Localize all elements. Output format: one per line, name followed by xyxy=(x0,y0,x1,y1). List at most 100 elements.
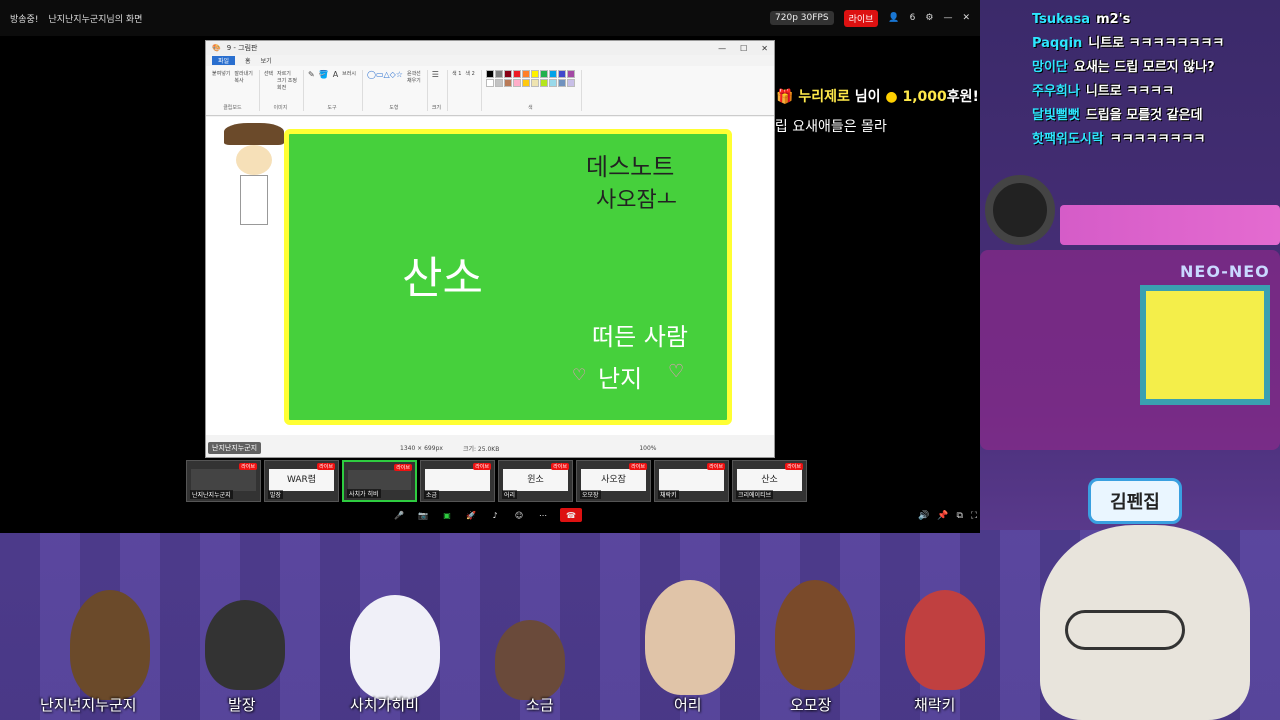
chat-username[interactable]: 핫팩위도시락 xyxy=(1032,132,1104,147)
chat-username[interactable]: 주우희나 xyxy=(1032,84,1080,99)
rotate-button[interactable]: 회전 xyxy=(277,84,297,91)
participant-thumbnail[interactable]: 라이브 소금 xyxy=(420,460,495,502)
palette-swatch[interactable] xyxy=(548,70,557,78)
palette-swatch[interactable] xyxy=(485,79,494,87)
brush-button[interactable]: 브러시 xyxy=(342,70,356,79)
screen-share-icon[interactable]: ▣ xyxy=(440,508,454,522)
palette-swatch[interactable] xyxy=(548,79,557,87)
minimize-icon[interactable]: — xyxy=(943,13,952,23)
paint-titlebar: 🎨 9 - 그림판 — ☐ ✕ xyxy=(206,41,774,55)
donor-suffix: 님이 xyxy=(854,89,881,105)
thumbnail-live-badge: 라이브 xyxy=(629,463,647,470)
thumbnail-name: 사치가 히비 xyxy=(347,489,381,498)
participant-thumbnail[interactable]: 라이브 채락키 xyxy=(654,460,729,502)
thumbnail-preview: 사오잠 xyxy=(581,469,646,491)
chat-username[interactable]: Tsukasa xyxy=(1032,12,1090,27)
thumbnail-preview: WAR렴 xyxy=(269,469,334,491)
color2-button[interactable]: 색 2 xyxy=(465,70,474,111)
settings-icon[interactable]: ⚙ xyxy=(925,13,933,23)
chat-username[interactable]: 망이단 xyxy=(1032,60,1068,75)
emoji-icon[interactable]: ☺ xyxy=(512,508,526,522)
coin-icon: ● xyxy=(885,89,898,105)
soundboard-icon[interactable]: ♪ xyxy=(488,508,502,522)
participant-thumbnail[interactable]: 라이브 사치가 히비 xyxy=(342,460,417,502)
more-icon[interactable]: ⋯ xyxy=(536,508,550,522)
fill-button[interactable]: 채우기 xyxy=(407,77,421,84)
palette-swatch[interactable] xyxy=(512,70,521,78)
palette-swatch[interactable] xyxy=(539,70,548,78)
cut-button[interactable]: 잘라내기 xyxy=(234,70,252,77)
size-group: ☰ 크기 xyxy=(432,70,448,111)
pin-icon[interactable]: 📌 xyxy=(937,511,948,521)
palette-swatch[interactable] xyxy=(521,79,530,87)
palette-swatch[interactable] xyxy=(503,70,512,78)
palette-swatch[interactable] xyxy=(539,79,548,87)
pencil-icon[interactable]: ✎ xyxy=(308,70,315,79)
donation-message: 드립 요새애들은 몰라 xyxy=(762,119,887,135)
fill-icon[interactable]: 🪣 xyxy=(319,70,329,79)
shapes-group: ◯▭△◇☆ 윤곽선 채우기 도형 xyxy=(367,70,428,111)
palette-swatch[interactable] xyxy=(494,79,503,87)
thumbnail-name: 어리 xyxy=(502,490,518,499)
paint-app-icon: 🎨 xyxy=(212,44,221,52)
participant-thumbnail[interactable]: 라이브 난지난지누군지 xyxy=(186,460,261,502)
avatar-6 xyxy=(775,580,855,690)
select-button[interactable]: 선택 xyxy=(264,70,273,91)
size-icon[interactable]: ☰ xyxy=(432,70,441,79)
participant-thumbnail[interactable]: 산소 라이브 크리에이티브 xyxy=(732,460,807,502)
palette-swatch[interactable] xyxy=(512,79,521,87)
palette-swatch[interactable] xyxy=(566,79,575,87)
volume-icon[interactable]: 🔊 xyxy=(918,511,929,521)
top-bar: 방송중! 난지난지누군지님의 화면 720p 30FPS 라이브 👤 6 ⚙ —… xyxy=(0,0,980,36)
mic-icon[interactable]: 🎤 xyxy=(392,508,406,522)
close-icon[interactable]: ✕ xyxy=(962,13,970,23)
text-icon[interactable]: A xyxy=(333,70,338,79)
palette-swatch[interactable] xyxy=(521,70,530,78)
fullscreen-icon[interactable]: ⛶ xyxy=(971,511,977,521)
palette-swatch[interactable] xyxy=(530,70,539,78)
palette-swatch[interactable] xyxy=(485,70,494,78)
paste-button[interactable]: 붙여넣기 xyxy=(212,70,230,84)
paint-canvas[interactable]: 데스노트 사오잠ㅗ 산소 떠든 사람 난지 ♡ ♡ xyxy=(206,117,774,435)
thumbnail-live-badge: 라이브 xyxy=(473,463,491,470)
palette-swatch[interactable] xyxy=(557,79,566,87)
color1-button[interactable]: 색 1 xyxy=(452,70,461,111)
arcade-screen xyxy=(1140,285,1270,405)
tab-file[interactable]: 파일 xyxy=(212,56,236,65)
paint-menu-tabs: 파일 홈 보기 xyxy=(206,55,774,66)
thumbnail-name: 발장 xyxy=(268,490,284,499)
chat-text: 니트로 ㅋㅋㅋㅋ xyxy=(1085,84,1175,99)
chat-username[interactable]: 달빛뻘뻣 xyxy=(1032,108,1080,123)
participant-thumbnail[interactable]: 사오잠 라이브 오모장 xyxy=(576,460,651,502)
shapes-icon[interactable]: ◯▭△◇☆ xyxy=(367,70,403,84)
palette-swatch[interactable] xyxy=(503,79,512,87)
palette-swatch[interactable] xyxy=(566,70,575,78)
camera-icon[interactable]: 📷 xyxy=(416,508,430,522)
chat-text: 요새는 드립 모르지 않나? xyxy=(1073,60,1215,75)
chat-username[interactable]: Paqqin xyxy=(1032,36,1082,51)
palette-swatch[interactable] xyxy=(557,70,566,78)
tab-view[interactable]: 보기 xyxy=(261,56,272,65)
tab-home[interactable]: 홈 xyxy=(245,56,251,65)
participant-thumbnail[interactable]: 윈소 라이브 어리 xyxy=(498,460,573,502)
zoom-level[interactable]: 100% xyxy=(639,445,656,452)
outline-button[interactable]: 윤곽선 xyxy=(407,70,421,77)
activity-icon[interactable]: 🚀 xyxy=(464,508,478,522)
participant-thumbnail[interactable]: WAR렴 라이브 발장 xyxy=(264,460,339,502)
palette-swatch[interactable] xyxy=(530,79,539,87)
popout-icon[interactable]: ⧉ xyxy=(956,511,962,521)
crop-button[interactable]: 자르기 xyxy=(277,70,297,77)
paint-maximize-button[interactable]: ☐ xyxy=(740,44,747,53)
copy-button[interactable]: 복사 xyxy=(234,77,252,84)
file-size: 크기: 25.0KB xyxy=(462,445,500,453)
avatar-5 xyxy=(645,580,735,695)
resize-button[interactable]: 크기 조정 xyxy=(277,77,297,84)
size-button[interactable]: 크기 xyxy=(432,104,441,111)
palette-group: 색 xyxy=(485,70,582,111)
leave-call-button[interactable]: ☎ xyxy=(560,508,582,522)
paint-close-button[interactable]: ✕ xyxy=(761,44,768,53)
palette-swatch[interactable] xyxy=(494,70,503,78)
streamer-glasses xyxy=(1065,610,1185,650)
paint-minimize-button[interactable]: — xyxy=(718,44,726,53)
canvas-text-top-1: 데스노트 xyxy=(586,153,675,181)
